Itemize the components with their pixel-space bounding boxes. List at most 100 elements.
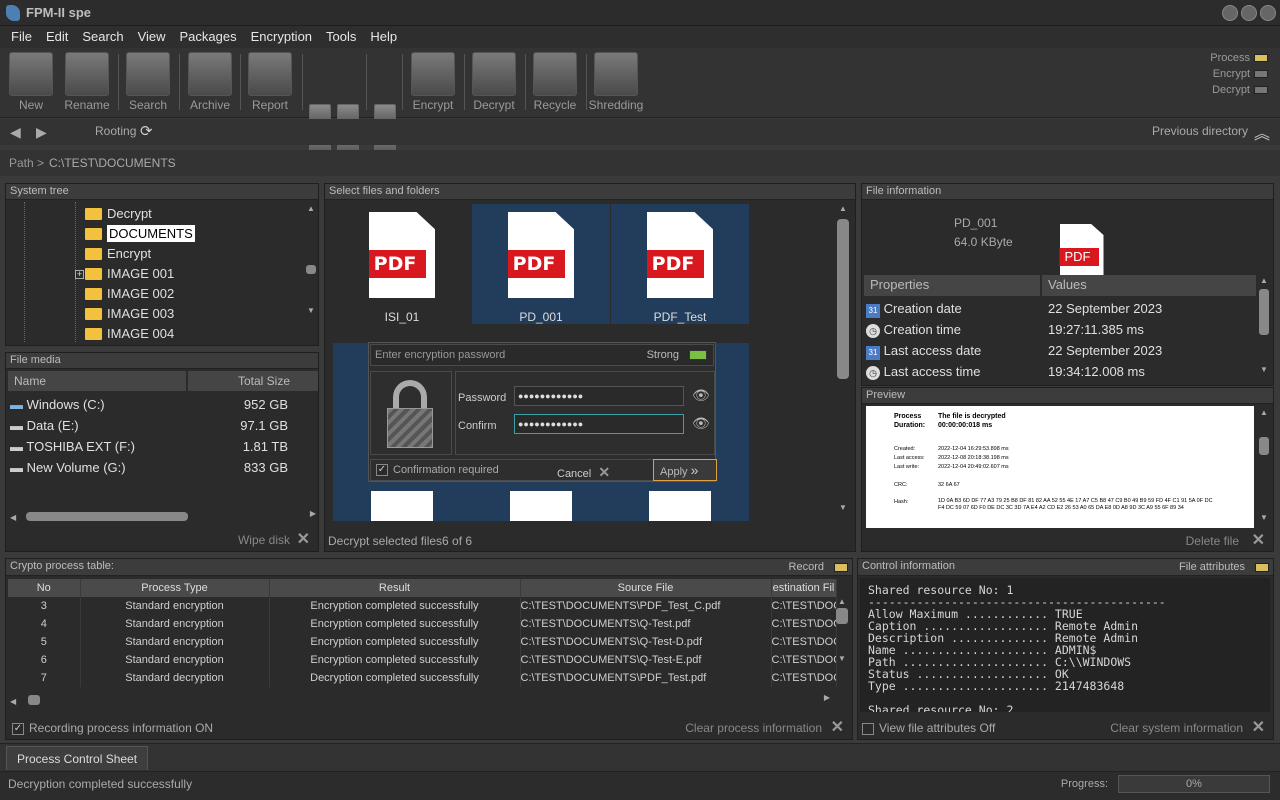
table-row[interactable]: 3 Standard encryption Encryption completed…	[8, 597, 837, 615]
menu-search[interactable]: Search	[75, 26, 130, 47]
scroll-left-icon[interactable]: ◀	[10, 697, 16, 706]
column-header-destination-file[interactable]: estination Fil	[771, 579, 837, 597]
drive-row[interactable]: ▬ Windows (C:) 952 GB	[10, 394, 310, 415]
expand-plus-icon[interactable]: +	[75, 270, 84, 279]
scroll-down-icon[interactable]: ▼	[1259, 365, 1269, 374]
column-header-size[interactable]: Total Size	[188, 371, 318, 391]
scroll-thumb[interactable]	[28, 695, 40, 705]
file-tile-selected[interactable]	[472, 483, 610, 521]
cancel-button[interactable]: Cancel ✕	[557, 464, 610, 481]
drive-row[interactable]: ▬ Data (E:) 97.1 GB	[10, 415, 310, 436]
menu-view[interactable]: View	[131, 26, 173, 47]
tree-item-image-003[interactable]: IMAGE 003	[85, 304, 195, 324]
tree-item-image-004[interactable]: IMAGE 004	[85, 324, 195, 344]
property-row[interactable]: ◷ Last access time 19:34:12.008 ms	[866, 361, 1256, 382]
drive-row[interactable]: ▬ TOSHIBA EXT (F:) 1.81 TB	[10, 436, 310, 457]
column-header-name[interactable]: Name	[8, 371, 186, 391]
property-row[interactable]: 31 Creation date 22 September 2023	[866, 298, 1256, 319]
file-tile[interactable]: PDF ISI_01	[333, 204, 471, 324]
clear-process-button[interactable]: Clear process information	[685, 721, 822, 735]
report-button[interactable]: Report	[242, 52, 298, 112]
rename-button[interactable]: Rename	[59, 52, 115, 112]
recycle-button[interactable]: Recycle	[527, 52, 583, 112]
column-header-result[interactable]: Result	[269, 579, 521, 597]
scroll-down-icon[interactable]: ▼	[837, 503, 849, 512]
double-chevron-up-icon[interactable]: ︽	[1254, 120, 1270, 144]
previous-directory-button[interactable]: Previous directory	[1152, 124, 1248, 138]
column-header-properties[interactable]: Properties	[864, 275, 1040, 296]
scroll-thumb[interactable]	[26, 512, 188, 521]
scroll-up-icon[interactable]: ▲	[306, 204, 316, 213]
files-scrollbar[interactable]: ▲ ▼	[837, 204, 849, 520]
file-tile-selected[interactable]: PDF PDF_Test	[611, 204, 749, 324]
clear-system-x-icon[interactable]: ✕	[1252, 717, 1265, 737]
scroll-up-icon[interactable]: ▲	[1259, 276, 1269, 285]
shredding-button[interactable]: Shredding	[588, 52, 644, 112]
scroll-down-icon[interactable]: ▼	[836, 654, 848, 663]
decrypt-button[interactable]: Decrypt	[466, 52, 522, 112]
eye-icon[interactable]: 👁	[692, 387, 710, 404]
scroll-thumb[interactable]	[836, 608, 848, 624]
delete-file-button[interactable]: Delete file	[1186, 534, 1239, 548]
properties-scrollbar[interactable]: ▲ ▼	[1259, 276, 1269, 380]
scroll-right-icon[interactable]: ▶	[824, 693, 830, 702]
view-attributes-checkbox[interactable]: View file attributes Off	[862, 721, 995, 735]
menu-tools[interactable]: Tools	[319, 26, 363, 47]
close-button[interactable]	[1260, 5, 1276, 21]
confirm-input[interactable]: ●●●●●●●●●●●●	[514, 414, 684, 434]
scroll-up-icon[interactable]: ▲	[836, 597, 848, 606]
menu-encryption[interactable]: Encryption	[244, 26, 319, 47]
column-header-process-type[interactable]: Process Type	[80, 579, 270, 597]
file-tile-selected[interactable]	[333, 483, 471, 521]
refresh-icon[interactable]: ⟳	[140, 122, 153, 140]
tree-scrollbar[interactable]: ▲ ▼	[306, 204, 316, 344]
search-button[interactable]: Search	[120, 52, 176, 112]
archive-button[interactable]: Archive	[182, 52, 238, 112]
scroll-right-icon[interactable]: ▶	[310, 509, 316, 518]
menu-help[interactable]: Help	[363, 26, 404, 47]
property-row[interactable]: ◷ Creation time 19:27:11.385 ms	[866, 319, 1256, 340]
new-button[interactable]: New	[3, 52, 59, 112]
back-arrow-icon[interactable]: ◀	[10, 124, 21, 141]
delete-file-x-icon[interactable]: ✕	[1252, 530, 1265, 550]
minimize-button[interactable]	[1222, 5, 1238, 21]
file-tile-selected[interactable]	[611, 483, 749, 521]
table-row[interactable]: 4 Standard encryption Encryption completed…	[8, 615, 837, 633]
table-row[interactable]: 7 Standard decryption Decryption completed…	[8, 669, 837, 687]
table-vertical-scrollbar[interactable]: ▲ ▼	[836, 597, 848, 687]
menu-packages[interactable]: Packages	[173, 26, 244, 47]
recording-checkbox[interactable]: ✓ Recording process information ON	[12, 721, 213, 735]
table-row[interactable]: 6 Standard encryption Encryption completed…	[8, 651, 837, 669]
path-value[interactable]: C:\TEST\DOCUMENTS	[49, 156, 176, 170]
scroll-thumb[interactable]	[1259, 289, 1269, 335]
scroll-down-icon[interactable]: ▼	[1259, 513, 1269, 522]
property-row[interactable]: 31 Last access date 22 September 2023	[866, 340, 1256, 361]
tree-item-image-002[interactable]: IMAGE 002	[85, 284, 195, 304]
wipe-disk-button[interactable]: Wipe disk	[238, 533, 290, 547]
file-tile-selected[interactable]: PDF PD_001	[472, 204, 610, 324]
scroll-left-icon[interactable]: ◀	[10, 513, 16, 522]
column-header-no[interactable]: No	[8, 579, 81, 597]
eye-icon[interactable]: 👁	[692, 415, 710, 432]
preview-scrollbar[interactable]: ▲ ▼	[1259, 408, 1269, 528]
scroll-thumb[interactable]	[1259, 437, 1269, 455]
tab-process-control-sheet[interactable]: Process Control Sheet	[6, 746, 149, 770]
scroll-thumb[interactable]	[837, 219, 849, 379]
rooting-label[interactable]: Rooting	[95, 124, 136, 138]
scroll-thumb[interactable]	[306, 265, 316, 274]
tree-item-encrypt[interactable]: Encrypt	[85, 244, 195, 264]
tree-item-documents[interactable]: DOCUMENTS	[85, 224, 195, 244]
drive-row[interactable]: ▬ New Volume (G:) 833 GB	[10, 457, 310, 478]
tree-item-image-001[interactable]: IMAGE 001	[85, 264, 195, 284]
scroll-down-icon[interactable]: ▼	[306, 306, 316, 315]
column-header-values[interactable]: Values	[1042, 275, 1256, 296]
confirmation-required-checkbox[interactable]: ✓ Confirmation required	[376, 464, 499, 477]
menu-file[interactable]: File	[4, 26, 39, 47]
scroll-up-icon[interactable]: ▲	[837, 204, 849, 213]
horizontal-scrollbar[interactable]: ◀ ▶	[10, 509, 316, 523]
clear-process-x-icon[interactable]: ✕	[831, 717, 844, 737]
table-row[interactable]: 5 Standard encryption Encryption completed…	[8, 633, 837, 651]
password-hint-field[interactable]: Enter encryption password Strong	[370, 344, 714, 366]
maximize-button[interactable]	[1241, 5, 1257, 21]
tree-item-decrypt[interactable]: Decrypt	[85, 204, 195, 224]
